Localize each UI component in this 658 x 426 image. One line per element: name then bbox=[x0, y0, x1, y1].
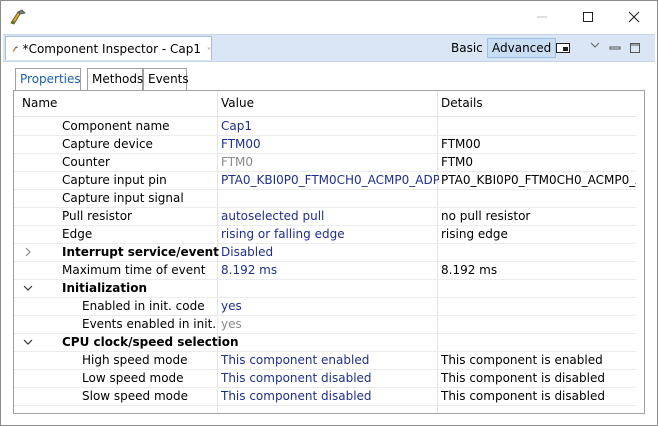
table-row[interactable]: Edge rising or falling edge rising edge bbox=[14, 225, 636, 244]
vertical-scrollbar[interactable] bbox=[636, 91, 644, 413]
table-row[interactable]: Capture input pin PTA0_KBI0P0_FTM0CH0_AC… bbox=[14, 171, 636, 190]
maximize-icon bbox=[583, 12, 593, 22]
table-row[interactable]: Pull resistor autoselected pull no pull … bbox=[14, 207, 636, 226]
minimize-icon bbox=[537, 16, 547, 18]
row-details bbox=[441, 243, 636, 261]
close-tab-icon[interactable] bbox=[207, 43, 211, 54]
view-tab-bar: *Component Inspector - Cap1 Basic Advanc… bbox=[3, 34, 655, 62]
row-details: PTA0_KBI0P0_FTM0CH0_ACMP0_A... bbox=[441, 173, 636, 187]
row-value[interactable]: This component disabled bbox=[221, 369, 439, 387]
row-details: no pull resistor bbox=[441, 209, 531, 223]
row-value[interactable] bbox=[221, 279, 439, 297]
table-row[interactable]: Initialization bbox=[14, 279, 636, 298]
row-value[interactable]: Cap1 bbox=[221, 117, 439, 135]
minimize-button[interactable] bbox=[519, 1, 565, 33]
table-row[interactable]: Capture input signal bbox=[14, 189, 636, 208]
column-header-details[interactable]: Details bbox=[441, 91, 483, 116]
row-value[interactable]: This component enabled bbox=[221, 351, 439, 369]
row-details: FTM0 bbox=[441, 155, 474, 169]
view-menu-chevron-icon[interactable] bbox=[587, 38, 603, 54]
table-row[interactable]: Events enabled in init. yes bbox=[14, 315, 636, 334]
table-row[interactable]: Low speed mode This component disabled T… bbox=[14, 369, 636, 388]
row-value[interactable]: yes bbox=[221, 297, 439, 315]
row-details bbox=[441, 297, 636, 315]
basic-mode-button[interactable]: Basic bbox=[447, 38, 487, 58]
tab-properties[interactable]: Properties bbox=[15, 68, 81, 90]
row-value[interactable]: rising or falling edge bbox=[221, 225, 439, 243]
table-row[interactable]: High speed mode This component enabled T… bbox=[14, 351, 636, 370]
properties-table: Name Value Details Component name Cap1 C… bbox=[13, 90, 645, 414]
row-value[interactable]: PTA0_KBI0P0_FTM0CH0_ACMP0_ADP0 bbox=[221, 171, 439, 189]
view-tab-title: *Component Inspector - Cap1 bbox=[22, 41, 201, 56]
row-details: rising edge bbox=[441, 227, 508, 241]
row-value[interactable]: 8.192 ms bbox=[221, 261, 439, 279]
table-row[interactable]: Maximum time of event 8.192 ms 8.192 ms bbox=[14, 261, 636, 280]
row-details bbox=[441, 117, 636, 135]
column-header-name[interactable]: Name bbox=[22, 91, 57, 116]
row-details bbox=[441, 279, 636, 297]
row-value[interactable]: FTM00 bbox=[221, 135, 439, 153]
row-details bbox=[441, 189, 636, 207]
row-value: FTM0 bbox=[221, 155, 254, 169]
table-row[interactable]: Counter FTM0 FTM0 bbox=[14, 153, 636, 172]
row-details: FTM00 bbox=[441, 137, 481, 151]
table-header: Name Value Details bbox=[14, 91, 644, 117]
table-row[interactable]: Interrupt service/event Disabled bbox=[14, 243, 636, 262]
inspector-content: Properties Methods Events Name Value Det… bbox=[3, 62, 655, 423]
table-row[interactable]: CPU clock/speed selection bbox=[14, 333, 636, 352]
app-icon bbox=[10, 9, 26, 25]
row-value[interactable] bbox=[221, 333, 439, 351]
component-inspector-window: *Component Inspector - Cap1 Basic Advanc… bbox=[0, 0, 658, 426]
maximize-view-icon[interactable] bbox=[627, 40, 643, 56]
tab-events[interactable]: Events bbox=[143, 68, 189, 90]
close-window-button[interactable] bbox=[611, 1, 657, 33]
table-row[interactable]: Slow speed mode This component disabled … bbox=[14, 387, 636, 406]
row-details: This component is enabled bbox=[441, 353, 603, 367]
advanced-mode-button[interactable]: Advanced bbox=[487, 38, 557, 58]
layout-toggle-icon[interactable] bbox=[555, 40, 571, 56]
row-details: This component is disabled bbox=[441, 389, 605, 403]
minimize-view-icon[interactable] bbox=[607, 40, 623, 56]
table-row[interactable]: Enabled in init. code yes bbox=[14, 297, 636, 316]
row-details: This component is disabled bbox=[441, 371, 605, 385]
view-tab-component-inspector[interactable]: *Component Inspector - Cap1 bbox=[5, 36, 212, 60]
component-inspector-icon bbox=[12, 45, 19, 52]
row-value[interactable]: This component disabled bbox=[221, 387, 439, 405]
row-value[interactable] bbox=[221, 189, 439, 207]
row-details: 8.192 ms bbox=[441, 263, 498, 277]
maximize-button[interactable] bbox=[565, 1, 611, 33]
close-icon bbox=[628, 11, 640, 23]
title-bar bbox=[1, 1, 657, 33]
table-row[interactable]: Capture device FTM00 FTM00 bbox=[14, 135, 636, 154]
row-value: yes bbox=[221, 317, 242, 331]
column-header-value[interactable]: Value bbox=[221, 91, 254, 116]
tab-methods[interactable]: Methods bbox=[87, 68, 143, 90]
table-row[interactable]: Component name Cap1 bbox=[14, 117, 636, 136]
row-details bbox=[441, 333, 636, 351]
row-value[interactable]: Disabled bbox=[221, 243, 439, 261]
row-value[interactable]: autoselected pull bbox=[221, 207, 439, 225]
row-details bbox=[441, 315, 636, 333]
